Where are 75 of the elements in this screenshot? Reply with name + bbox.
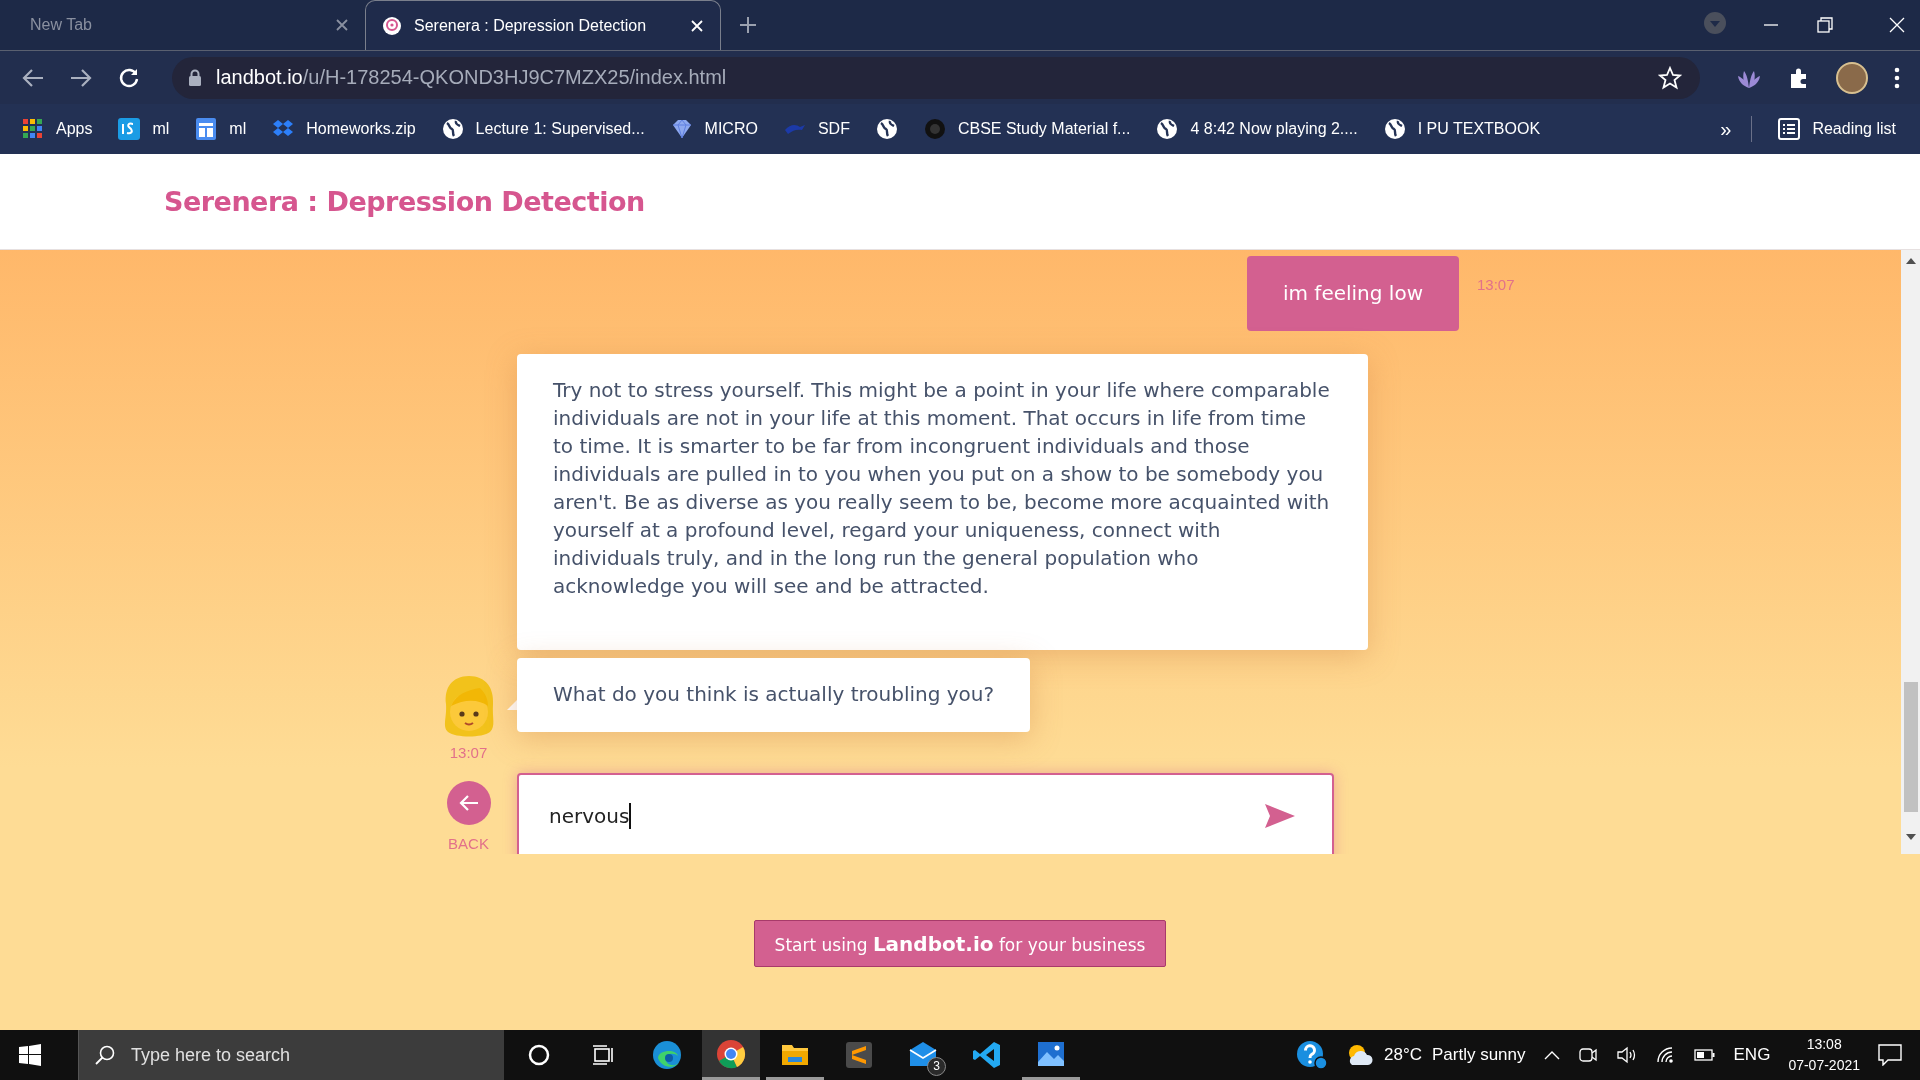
list-icon (1778, 118, 1801, 140)
lock-icon (188, 69, 202, 86)
reply-input-field[interactable]: nervous (517, 773, 1334, 854)
apps-grid-icon (22, 118, 44, 140)
scrollbar-thumb[interactable] (1903, 682, 1918, 812)
site-icon (382, 15, 402, 36)
bot-message: Try not to stress yourself. This might be a point in your life where comparable individuals are not in your life at this moment. That occurs in life from time to time. It is smarter to be far from incongruent individuals and those individuals are pulled in to you when you put on a show to be somebody you aren't. Be as diverse as you really seem to be, become more acquainted with yourself at a profound level, regard your uniqueness, connect with individuals truly, and in the long run the general population who acknowledge you will see and be attracted. (517, 354, 1368, 650)
bookmark-link[interactable]: ml (118, 118, 170, 140)
cloud-sun-icon[interactable] (1346, 1043, 1374, 1067)
taskbar-app[interactable]: 3 (894, 1030, 952, 1080)
bookmark-link[interactable]: Apps (22, 118, 93, 140)
send-icon[interactable] (1264, 803, 1296, 829)
weather-temperature[interactable]: 28°C (1384, 1045, 1422, 1065)
windows-start-icon[interactable] (19, 1044, 41, 1066)
message-time: 13:07 (449, 744, 488, 761)
battery-icon[interactable] (1693, 1048, 1716, 1062)
language-indicator[interactable]: ENG (1733, 1045, 1771, 1065)
clock-date[interactable]: 07-07-2021 (1788, 1055, 1860, 1076)
bookmark-link[interactable] (875, 118, 898, 140)
weather-condition[interactable]: Partly sunny (1432, 1045, 1526, 1065)
bookmark-link[interactable]: 4 8:42 Now playing 2.... (1156, 118, 1358, 140)
new-tab-icon[interactable] (739, 16, 757, 34)
scroll-down-icon (1905, 834, 1916, 840)
globe-icon (1383, 118, 1406, 140)
bookmark-link[interactable]: CBSE Study Material f... (923, 118, 1131, 140)
bookmark-link[interactable]: Homeworks.zip (272, 118, 416, 140)
search-icon (95, 1045, 115, 1065)
browser-tab[interactable]: Serenera : Depression Detection (365, 0, 721, 50)
more-bookmarks-button[interactable]: » (1720, 117, 1732, 141)
edge-browser-icon (652, 1040, 682, 1070)
forward-icon[interactable] (70, 67, 92, 88)
arrow-left-icon (458, 794, 479, 812)
globe-icon (441, 118, 464, 140)
scroll-up-icon (1905, 258, 1916, 264)
chevron-up-icon[interactable] (1543, 1050, 1560, 1060)
tile-icon (118, 118, 141, 140)
promo-button[interactable]: Start using Landbot.io for your business (753, 920, 1167, 967)
meet-icon[interactable] (1577, 1045, 1598, 1065)
notifications-icon[interactable] (1878, 1044, 1902, 1066)
restore-icon[interactable] (1816, 16, 1834, 34)
code-editor-icon (972, 1040, 1002, 1070)
clock-time[interactable]: 13:08 (1806, 1034, 1842, 1055)
wifi-icon[interactable] (1655, 1046, 1676, 1064)
globe-icon (875, 118, 898, 140)
sublime-editor-icon (844, 1040, 874, 1070)
profile-avatar[interactable] (1836, 61, 1868, 94)
star-icon[interactable] (1658, 65, 1682, 90)
help-icon[interactable] (1296, 1040, 1328, 1070)
speaker-icon[interactable] (1615, 1045, 1638, 1065)
notification-badge: 3 (927, 1057, 946, 1076)
bookmark-link[interactable]: ml (195, 118, 247, 140)
back-icon[interactable] (22, 67, 44, 88)
page-title: Serenera : Depression Detection (164, 186, 645, 217)
bookmark-link[interactable]: Lecture 1: Supervised... (441, 118, 645, 140)
browser-tab[interactable]: New Tab (0, 0, 365, 50)
taskbar-app[interactable] (702, 1030, 760, 1080)
url-text: landbot.io/u/H-178254-QKOND3HJ9C7MZX25/index.html (216, 66, 727, 89)
more-icon[interactable] (1894, 66, 1900, 89)
bookmark-link[interactable]: I PU TEXTBOOK (1383, 118, 1541, 140)
document-icon (195, 118, 218, 140)
reload-icon[interactable] (118, 66, 140, 89)
reading-list-button[interactable]: Reading list (1778, 118, 1896, 140)
circle-icon (923, 118, 946, 140)
bookmark-link[interactable]: MICRO (670, 118, 758, 140)
globe-icon (1156, 118, 1179, 140)
chrome-browser-icon (716, 1038, 746, 1069)
gem-icon (670, 118, 693, 140)
bot-message: What do you think is actually troubling you? (517, 658, 1031, 732)
message-time: 13:07 (1477, 276, 1516, 293)
user-message: im feeling low (1246, 256, 1459, 331)
back-button[interactable] (446, 781, 491, 825)
bookmark-link[interactable]: SDF (783, 118, 850, 140)
address-bar[interactable]: landbot.io/u/H-178254-QKOND3HJ9C7MZX25/index.html (172, 56, 1700, 99)
scrollbar[interactable] (1901, 250, 1920, 854)
taskbar-search-field[interactable]: Type here to search (78, 1030, 504, 1080)
